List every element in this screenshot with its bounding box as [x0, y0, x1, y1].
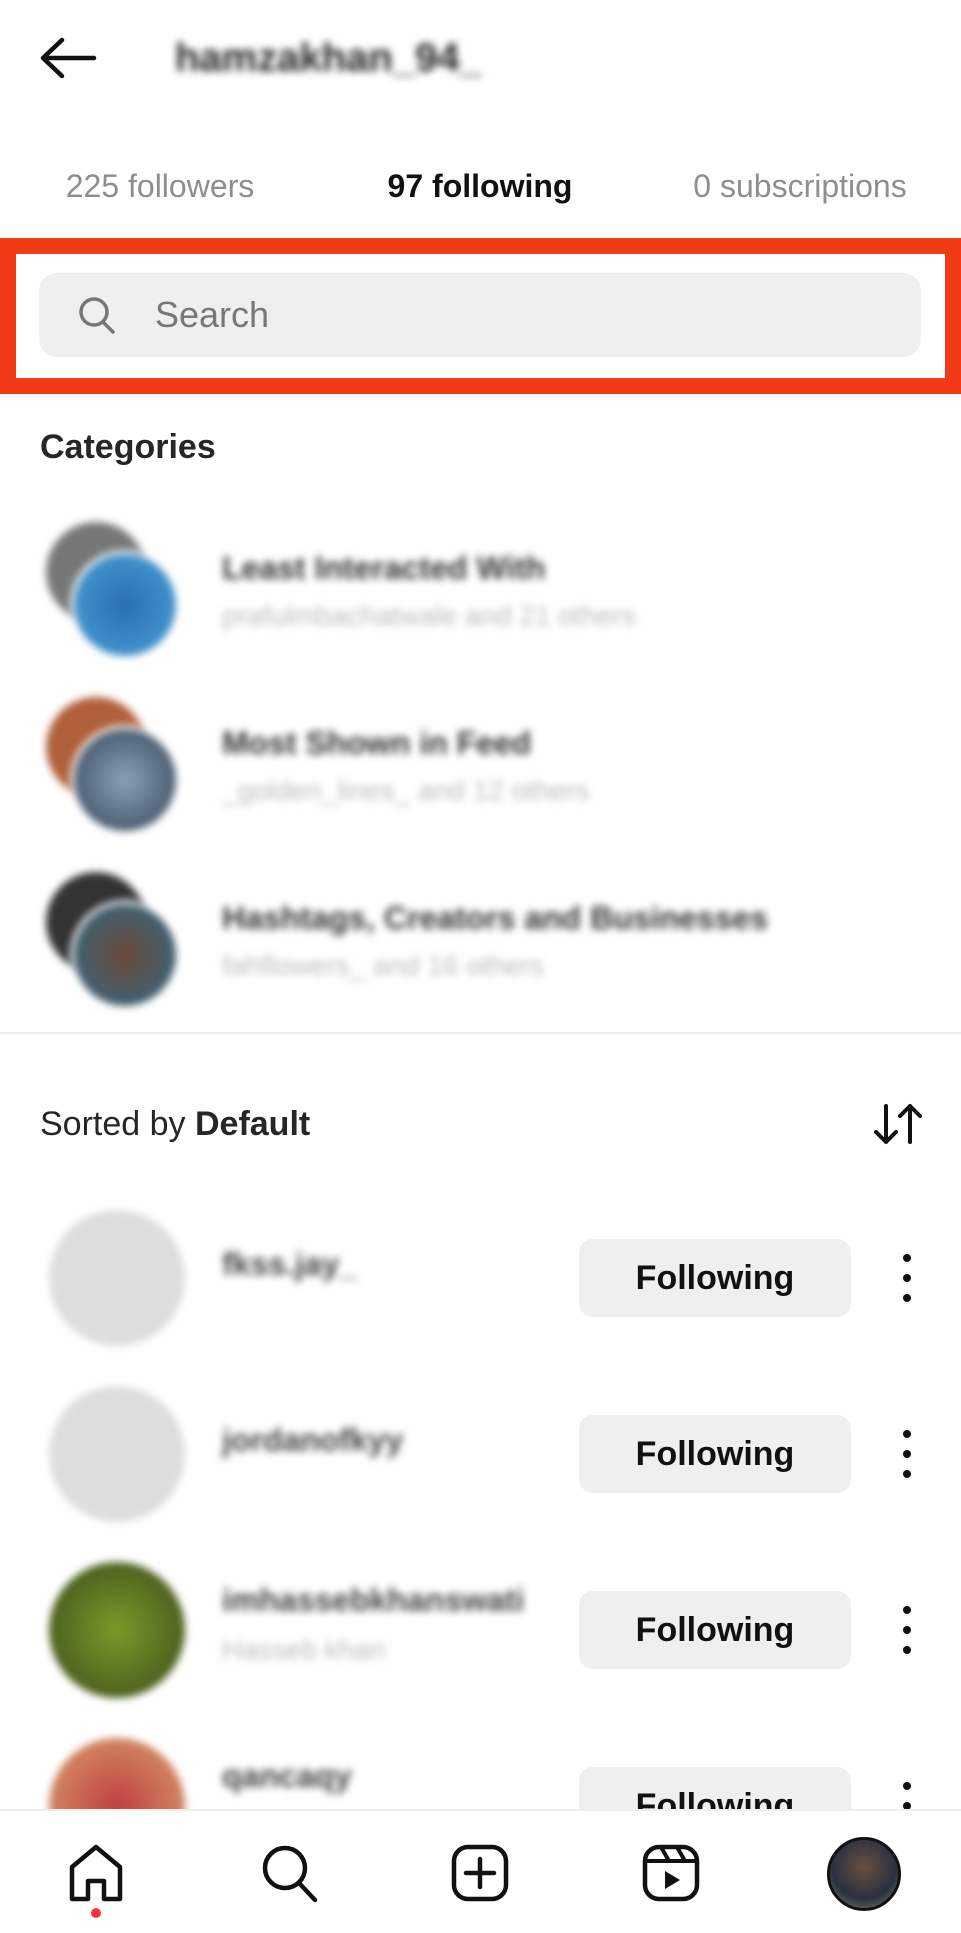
- category-title: Least Interacted With: [222, 550, 546, 586]
- username: fkss.jay_: [222, 1246, 358, 1282]
- search-icon: [79, 297, 115, 334]
- following-button[interactable]: Following: [579, 1591, 851, 1669]
- profile-username: hamzakhan_94_: [175, 36, 482, 80]
- divider: [0, 1032, 961, 1034]
- bottom-nav: [0, 1809, 961, 1933]
- following-row[interactable]: fkss.jay_ Following: [0, 1210, 961, 1350]
- category-avatar: [70, 550, 180, 660]
- username: jordanofkyy: [222, 1422, 404, 1458]
- sort-value: Default: [194, 1105, 311, 1143]
- following-row[interactable]: jordanofkyy Following: [0, 1386, 961, 1526]
- more-options-icon[interactable]: [892, 1600, 922, 1660]
- category-avatar: [70, 725, 180, 835]
- category-least-interacted[interactable]: Least Interacted With prafulmbachatwale …: [40, 522, 920, 662]
- category-avatar: [70, 900, 180, 1010]
- home-icon[interactable]: [64, 1841, 128, 1905]
- category-title: Hashtags, Creators and Businesses: [222, 900, 768, 936]
- more-options-icon[interactable]: [892, 1424, 922, 1484]
- reels-icon[interactable]: [639, 1841, 703, 1905]
- following-button[interactable]: Following: [579, 1239, 851, 1317]
- profile-avatar-icon[interactable]: [827, 1837, 901, 1911]
- tab-followers[interactable]: 225 followers: [66, 168, 255, 205]
- back-arrow-icon[interactable]: [38, 36, 98, 80]
- more-options-icon[interactable]: [892, 1248, 922, 1308]
- tab-subscriptions[interactable]: 0 subscriptions: [693, 168, 906, 205]
- following-row[interactable]: imhassebkhanswati Hasseb khan Following: [0, 1562, 961, 1702]
- category-hashtags-creators[interactable]: Hashtags, Creators and Businesses fahflo…: [40, 872, 920, 1012]
- sort-label: Sorted by Default: [40, 1105, 310, 1144]
- category-subtitle: _golden_lines_ and 12 others: [222, 775, 590, 806]
- search-input[interactable]: [155, 273, 855, 357]
- tab-following[interactable]: 97 following: [388, 168, 573, 205]
- category-subtitle: fahflowers_ and 16 others: [222, 950, 545, 981]
- following-button[interactable]: Following: [579, 1415, 851, 1493]
- username: qancaqy: [222, 1758, 352, 1794]
- user-avatar: [49, 1210, 185, 1346]
- username: imhassebkhanswati: [222, 1582, 525, 1618]
- sort-icon[interactable]: [872, 1100, 924, 1148]
- user-avatar: [49, 1562, 185, 1698]
- category-subtitle: prafulmbachatwale and 21 others: [222, 600, 637, 631]
- notification-dot: [91, 1908, 101, 1918]
- sort-prefix: Sorted by: [40, 1105, 195, 1143]
- create-post-icon[interactable]: [448, 1841, 512, 1905]
- category-most-shown[interactable]: Most Shown in Feed _golden_lines_ and 12…: [40, 697, 920, 837]
- search-nav-icon[interactable]: [258, 1841, 322, 1905]
- user-avatar: [49, 1386, 185, 1522]
- category-title: Most Shown in Feed: [222, 725, 532, 761]
- search-bar[interactable]: [39, 273, 921, 357]
- full-name: Hasseb khan: [222, 1634, 386, 1665]
- categories-heading: Categories: [40, 428, 216, 466]
